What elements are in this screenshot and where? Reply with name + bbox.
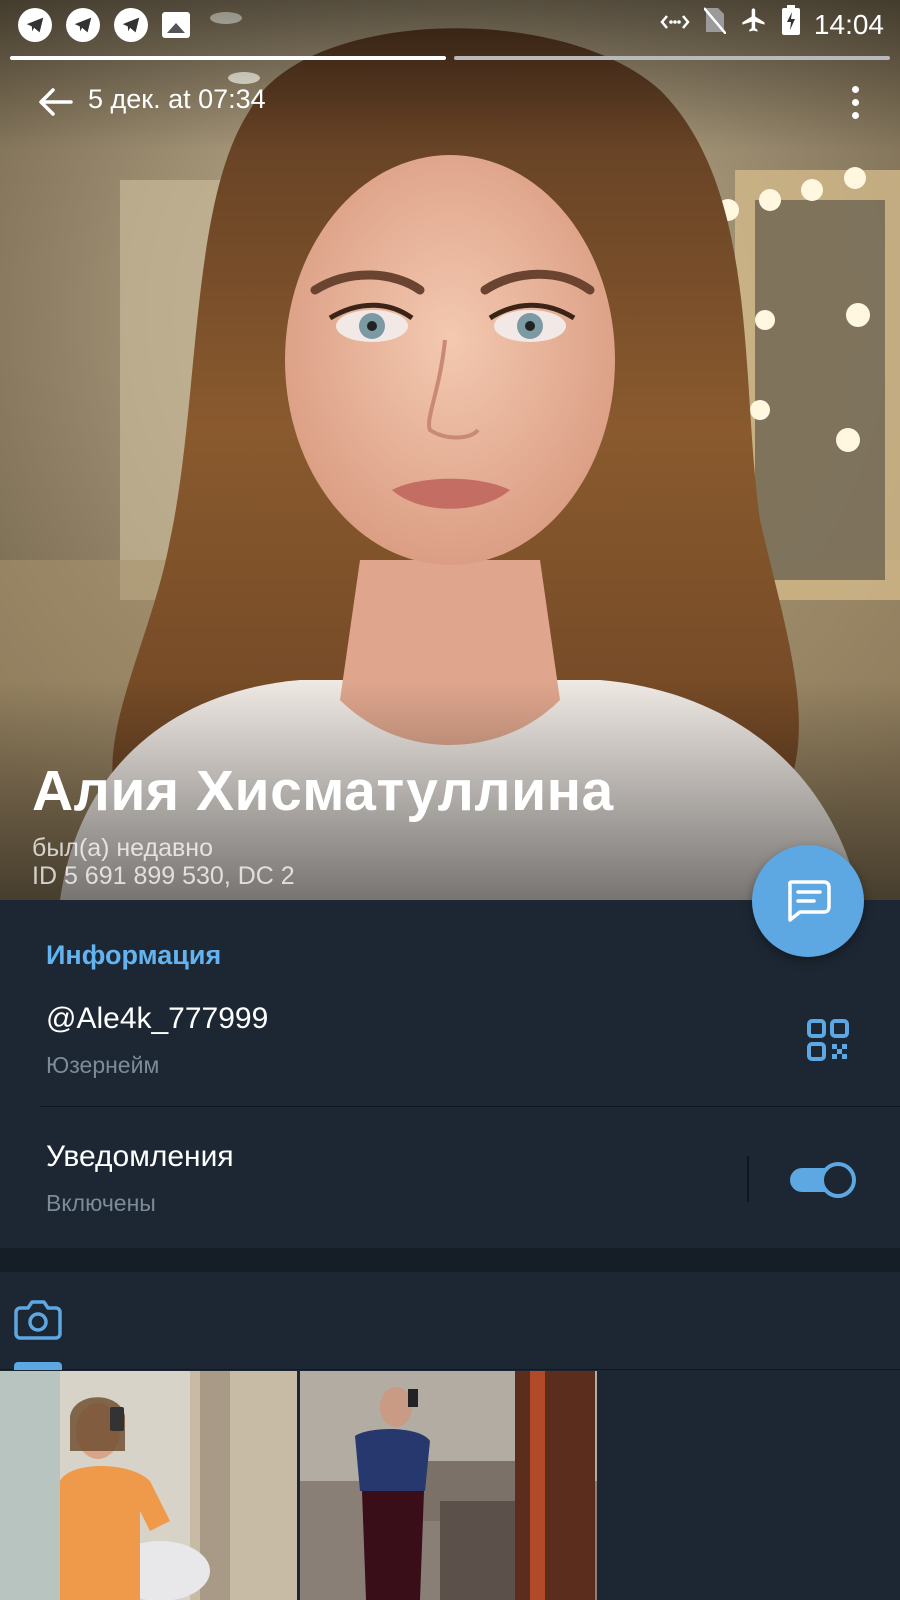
media-item-photo-blue-top[interactable] [300,1371,597,1600]
username-value[interactable]: @Ale4k_777999 [46,1002,268,1036]
profile-screen: 14:04 5 дек. at 07:34 Алия Хисматуллина … [0,0,900,1600]
username-label: Юзернейм [46,1052,160,1078]
more-options-button[interactable] [840,78,870,126]
notifications-status: Включены [46,1190,156,1216]
media-thumbnail [0,1371,297,1600]
section-gap [0,1248,900,1272]
toolbar: 5 дек. at 07:34 [0,72,900,132]
image-icon [162,12,190,38]
more-vertical-icon [851,85,859,93]
telegram-icon [18,8,52,42]
story-progress-segment-viewed [10,56,446,60]
qr-code-icon [807,1019,849,1061]
notification-icons [18,8,190,42]
send-message-button[interactable] [752,845,864,957]
info-section: Информация @Ale4k_777999 Юзернейм Уведом… [0,900,900,1248]
telegram-icon [66,8,100,42]
last-seen-status: был(а) недавно [32,834,214,862]
media-item-photo-orange-sweater[interactable] [0,1371,297,1600]
data-transfer-icon [660,8,690,42]
photo-date: 5 дек. at 07:34 [88,84,266,114]
arrow-left-icon [39,88,73,116]
camera-icon [14,1300,62,1340]
story-progress [10,56,890,60]
back-button[interactable] [28,78,82,126]
story-progress-segment-pending [454,56,890,60]
user-id: ID 5 691 899 530, DC 2 [32,862,295,890]
profile-name: Алия Хисматуллина [32,759,614,823]
airplane-icon [740,6,768,44]
tab-indicator [14,1362,62,1370]
message-icon [788,880,831,922]
qr-code-button[interactable] [806,1018,850,1062]
toggle-knob [820,1162,856,1198]
notifications-title[interactable]: Уведомления [46,1140,234,1174]
status-bar: 14:04 [0,0,900,50]
more-vertical-icon-dot [851,98,859,106]
vertical-separator [747,1156,749,1202]
no-sim-icon [702,6,727,44]
telegram-icon [114,8,148,42]
system-icons: 14:04 [660,5,884,45]
media-grid [0,1371,900,1600]
media-tabs [0,1272,900,1370]
more-vertical-icon-dot [851,111,859,119]
info-section-title: Информация [46,940,222,970]
clock: 14:04 [813,9,884,40]
notifications-toggle[interactable] [790,1162,858,1198]
media-thumbnail [300,1371,597,1600]
divider [40,1106,900,1107]
battery-icon [781,5,800,45]
tab-photos[interactable] [14,1298,62,1340]
